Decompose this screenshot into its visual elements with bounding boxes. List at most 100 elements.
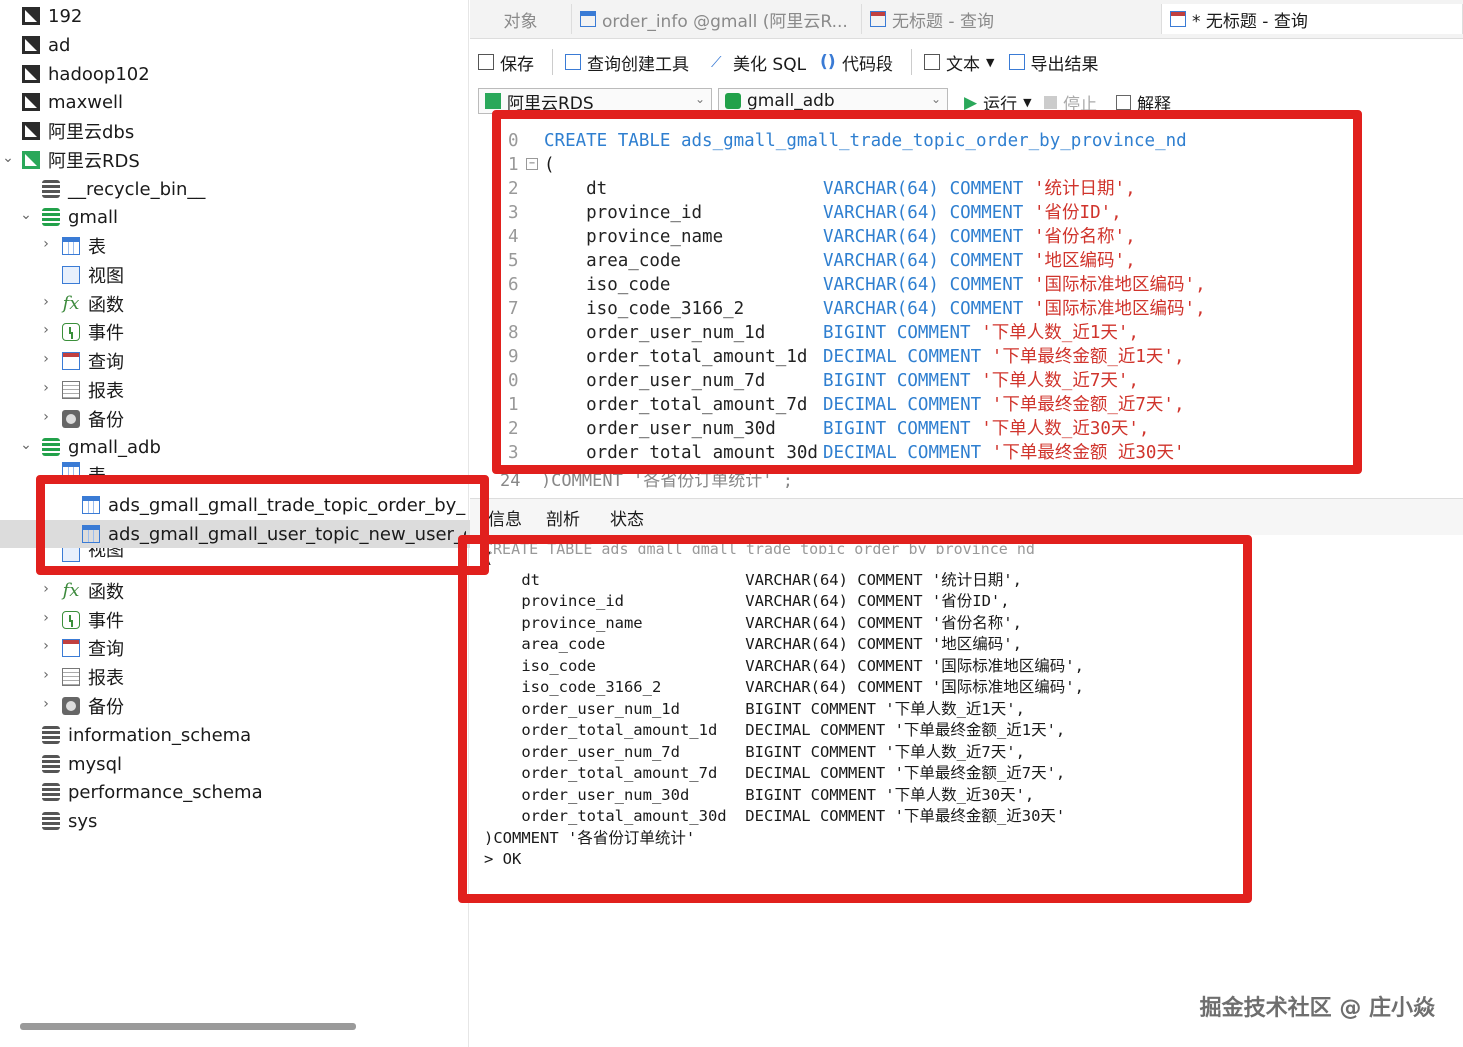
line-number: 2 bbox=[508, 419, 519, 439]
tree-gmall-functions[interactable]: fx 函数 bbox=[62, 290, 124, 318]
comment-keyword: COMMENT bbox=[907, 347, 982, 367]
tree-gmall-views[interactable]: 视图 bbox=[62, 261, 124, 289]
clock-icon bbox=[62, 323, 80, 341]
sql-editor[interactable]: 0 CREATE TABLE ads_gmall_gmall_trade_topi… bbox=[500, 125, 1352, 460]
line-number: 0 bbox=[508, 371, 519, 391]
tree-gmall-tables[interactable]: 表 bbox=[62, 232, 106, 260]
tree-table-trade-topic-order-by-province[interactable]: ads_gmall_gmall_trade_topic_order_by_pro… bbox=[82, 491, 466, 519]
object-tree: 192 ad hadoop102 maxwell 阿里云dbs ⌄ 阿里云RDS… bbox=[0, 0, 470, 1047]
tree-adb-queries[interactable]: 查询 bbox=[62, 634, 124, 662]
tree-conn-maxwell[interactable]: maxwell bbox=[22, 88, 123, 116]
tree-db-performance-schema[interactable]: performance_schema bbox=[42, 778, 263, 806]
tab-status[interactable]: 状态 bbox=[610, 505, 644, 530]
comment-keyword: COMMENT bbox=[907, 443, 982, 460]
database-icon bbox=[42, 208, 60, 226]
column-type: VARCHAR(64) bbox=[823, 275, 939, 295]
tree-gmall-reports[interactable]: 报表 bbox=[62, 376, 124, 404]
chevron-right-icon[interactable]: › bbox=[40, 667, 52, 683]
tree-table-user-topic-new-user[interactable]: ads_gmall_gmall_user_topic_new_user_orde… bbox=[82, 520, 470, 548]
output-line: order_total_amount_1d DECIMAL COMMENT '下… bbox=[484, 721, 1066, 739]
tree-gmall-queries[interactable]: 查询 bbox=[62, 347, 124, 375]
tab-objects[interactable]: 对象 bbox=[470, 4, 572, 34]
column-name: order_user_num_1d bbox=[544, 323, 766, 343]
export-icon bbox=[1008, 54, 1025, 70]
comment-string: '下单人数_近7天', bbox=[981, 371, 1139, 391]
tree-db-information-schema[interactable]: information_schema bbox=[42, 721, 251, 749]
comment-keyword: COMMENT bbox=[949, 203, 1024, 223]
chevron-right-icon[interactable]: › bbox=[40, 294, 52, 310]
text-mode-button[interactable]: 文本 ▼ bbox=[924, 50, 995, 75]
chevron-down-icon[interactable]: ⌄ bbox=[20, 207, 32, 223]
tree-adb-reports[interactable]: 报表 bbox=[62, 663, 124, 691]
play-icon: ▶ bbox=[964, 92, 978, 113]
explain-button[interactable]: 解释 bbox=[1116, 90, 1171, 115]
tree-conn-ad[interactable]: ad bbox=[22, 31, 70, 59]
tree-adb-events[interactable]: 事件 bbox=[62, 606, 124, 634]
tree-db-recycle-bin[interactable]: __recycle_bin__ bbox=[42, 175, 205, 203]
tree-gmall-backups[interactable]: 备份 bbox=[62, 405, 124, 433]
chevron-right-icon[interactable]: › bbox=[40, 409, 52, 425]
stop-button[interactable]: 停止 bbox=[1044, 90, 1097, 115]
run-button[interactable]: ▶ 运行 ▼ bbox=[964, 90, 1032, 116]
tree-adb-tables[interactable]: 表 bbox=[62, 462, 106, 476]
column-name: order_total_amount_30d bbox=[544, 443, 818, 460]
tree-conn-hadoop102[interactable]: hadoop102 bbox=[22, 60, 150, 88]
connection-icon bbox=[485, 93, 501, 109]
line-number: 2 bbox=[508, 179, 519, 199]
connection-select[interactable]: 阿里云RDS ⌄ bbox=[478, 88, 712, 114]
chevron-right-icon[interactable]: › bbox=[40, 638, 52, 654]
export-results-button[interactable]: 导出结果 bbox=[1008, 50, 1099, 75]
backup-icon bbox=[62, 697, 80, 715]
tree-db-gmall[interactable]: gmall bbox=[42, 203, 118, 231]
chevron-right-icon[interactable]: › bbox=[40, 380, 52, 396]
database-icon bbox=[42, 438, 60, 456]
output-line: province_name VARCHAR(64) COMMENT '省份名称'… bbox=[484, 613, 1022, 632]
tab-untitled-query-active[interactable]: * 无标题 - 查询 bbox=[1162, 4, 1463, 34]
column-type: VARCHAR(64) bbox=[823, 203, 939, 223]
line-number: 6 bbox=[508, 275, 519, 295]
tree-adb-functions[interactable]: fx 函数 bbox=[62, 577, 124, 605]
tree-conn-aliyun-dbs[interactable]: 阿里云dbs bbox=[22, 117, 134, 145]
query-builder-button[interactable]: 查询创建工具 bbox=[565, 50, 689, 75]
watermark: 掘金技术社区 @ 庄小焱 bbox=[1199, 996, 1435, 1021]
tab-order-info[interactable]: order_info @gmall (阿里云R... bbox=[572, 4, 862, 34]
tree-gmall-events[interactable]: 事件 bbox=[62, 318, 124, 346]
tree-db-gmall-adb[interactable]: gmall_adb bbox=[42, 433, 161, 461]
beautify-sql-button[interactable]: ⟋ 美化 SQL bbox=[711, 50, 806, 75]
save-button[interactable]: 保存 bbox=[478, 50, 534, 75]
chevron-right-icon[interactable]: › bbox=[40, 610, 52, 626]
output-line: order_user_num_7d BIGINT COMMENT '下单人数_近… bbox=[484, 742, 1025, 761]
tab-messages[interactable]: 信息 bbox=[488, 505, 522, 530]
code-snippet-button[interactable]: () 代码段 bbox=[820, 50, 893, 75]
tree-adb-views[interactable]: 视图 bbox=[62, 548, 124, 562]
comment-string: '国际标准地区编码', bbox=[1034, 275, 1206, 295]
output-line: ( bbox=[484, 549, 494, 567]
connection-icon bbox=[22, 93, 40, 111]
backup-icon bbox=[62, 410, 80, 428]
chevron-right-icon[interactable]: › bbox=[40, 322, 52, 338]
chevron-right-icon[interactable]: › bbox=[40, 696, 52, 712]
tab-profile[interactable]: 剖析 bbox=[546, 505, 580, 530]
report-icon bbox=[62, 668, 80, 686]
text-icon bbox=[924, 54, 941, 70]
column-type: DECIMAL bbox=[823, 395, 897, 415]
tree-db-sys[interactable]: sys bbox=[42, 807, 97, 835]
column-name: order_total_amount_7d bbox=[544, 395, 808, 415]
connection-icon bbox=[22, 36, 40, 54]
chevron-right-icon[interactable]: › bbox=[40, 581, 52, 597]
tree-conn-192[interactable]: 192 bbox=[22, 2, 82, 30]
fold-collapse-icon[interactable]: − bbox=[526, 158, 538, 170]
sidebar-horizontal-scrollbar[interactable] bbox=[20, 1023, 356, 1030]
tab-untitled-query[interactable]: 无标题 - 查询 bbox=[862, 4, 1162, 34]
tree-db-mysql[interactable]: mysql bbox=[42, 750, 122, 778]
column-name: area_code bbox=[544, 251, 681, 271]
output-line: order_user_num_1d BIGINT COMMENT '下单人数_近… bbox=[484, 699, 1025, 718]
chevron-right-icon[interactable]: › bbox=[40, 236, 52, 252]
result-tab-bar: 信息 剖析 状态 bbox=[470, 498, 1463, 535]
chevron-right-icon[interactable]: › bbox=[40, 351, 52, 367]
database-select[interactable]: gmall_adb ⌄ bbox=[718, 88, 948, 114]
tree-adb-backups[interactable]: 备份 bbox=[62, 692, 124, 720]
chevron-down-icon[interactable]: ⌄ bbox=[20, 437, 32, 453]
chevron-down-icon[interactable]: ⌄ bbox=[2, 150, 14, 166]
tree-conn-aliyun-rds[interactable]: 阿里云RDS bbox=[22, 146, 140, 174]
